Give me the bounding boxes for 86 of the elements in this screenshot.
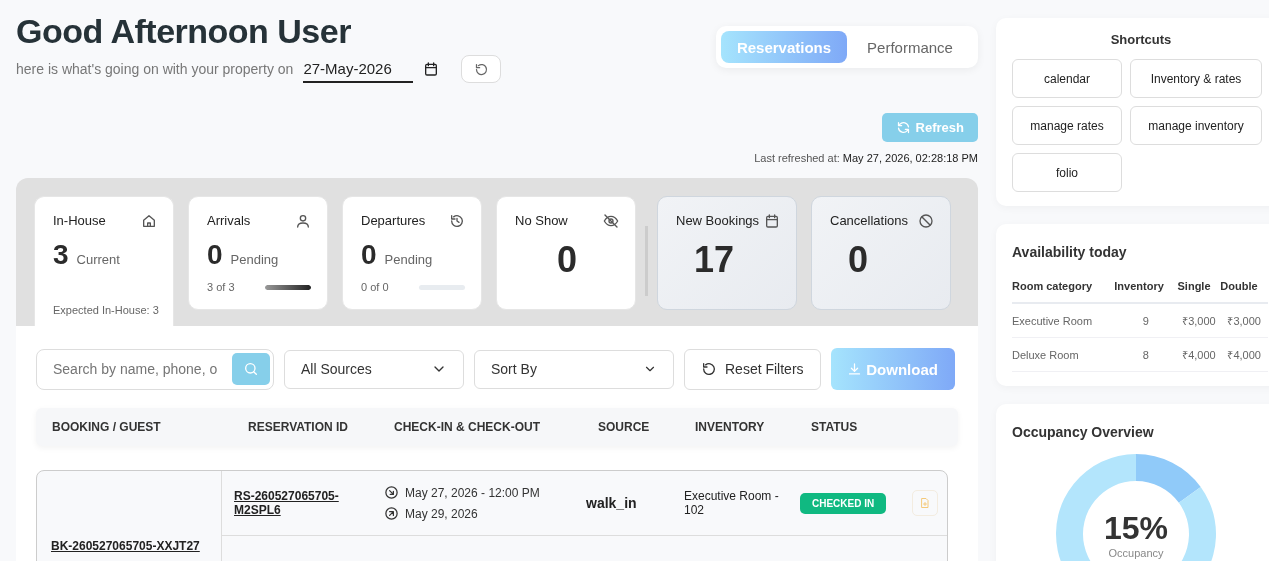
stat-title: New Bookings [676,213,760,229]
last-refreshed-text: Last refreshed at: May 27, 2026, 02:28:18 PM [754,152,978,164]
column-header: Inventory [1114,274,1178,303]
booking-link[interactable]: BK-260527065705-XXJT27 [51,539,200,553]
table-cell: ₹4,000 [1177,337,1221,372]
greeting-title: Good Afternoon User [16,12,352,51]
table-cell: Deluxe Room [1012,337,1115,372]
table-cell: ₹4,000 [1220,337,1268,372]
date-field[interactable]: 27-May-2026 [303,55,414,83]
stat-card[interactable]: In-House 3 Current Expected In-House: 3 [34,196,174,326]
source-dropdown[interactable]: All Sources [284,349,464,389]
stat-title: Arrivals [207,213,251,229]
document-button[interactable] [912,490,939,516]
stat-title: No Show [515,213,568,229]
stat-card[interactable]: New Bookings 17 [657,196,797,310]
undo-icon [473,61,489,77]
column-header: BOOKING / GUEST [52,420,162,434]
occupancy-value: 15% [1103,509,1168,547]
status-badge: CHECKED IN [800,492,887,514]
stat-value: 0 [207,239,223,271]
shortcut-button[interactable]: calendar [1012,59,1122,98]
shortcuts-title: Shortcuts [1109,32,1173,47]
shortcut-button[interactable]: Inventory & rates [1130,59,1262,98]
arrow-out-icon [384,506,399,521]
stat-card[interactable]: Arrivals 0 Pending 3 of 3 [188,196,328,310]
stat-value: 3 [53,239,69,271]
column-header: INVENTORY [695,420,766,434]
check-in-text: May 27, 2026 - 12:00 PM [405,485,540,500]
calendar-icon [423,61,440,77]
column-header: SOURCE [598,420,651,434]
table-cell: ₹3,000 [1220,303,1268,338]
stat-card[interactable]: Cancellations 0 [811,196,951,310]
eye-off-icon [603,213,619,229]
check-out-text: May 29, 2026 [405,506,478,521]
stat-title: In-House [53,213,106,229]
ban-icon [918,213,934,229]
reservation-link[interactable]: RS-260527065705-M2SPL6 [222,488,384,518]
calendar-icon [764,213,780,229]
stat-card[interactable]: Departures 0 Pending 0 of 0 [342,196,482,310]
shortcut-button[interactable]: manage rates [1012,106,1122,145]
stat-count: 3 of 3 [207,281,235,293]
source-text: walk_in [586,495,638,511]
shortcut-button[interactable]: folio [1012,153,1122,192]
search-icon [243,360,259,377]
shortcut-button[interactable]: manage inventory [1130,106,1262,145]
undo-icon [701,361,717,377]
download-icon [847,361,863,377]
stat-value: 0 [556,239,578,281]
history-icon [449,213,465,229]
reset-date-button[interactable] [461,55,502,83]
sort-dropdown[interactable]: Sort By [474,349,674,389]
stat-unit: Pending [230,252,279,267]
column-header: RESERVATION ID [248,420,349,434]
file-plus-icon [919,497,932,509]
occupancy-label: Occupancy [1108,546,1164,559]
reset-filters-button[interactable]: Reset Filters [684,348,821,390]
inventory-text: Executive Room - 102 [684,489,780,517]
progress-bar [265,284,311,290]
stat-title: Cancellations [830,213,909,229]
view-tab[interactable]: Performance [847,31,973,63]
occupancy-title: Occupancy Overview [1012,424,1155,440]
column-header: STATUS [811,420,859,434]
stat-unit: Current [76,252,120,267]
refresh-icon [895,120,911,135]
subtitle: here is what's going on with your property on [16,61,294,77]
table-cell: Executive Room [1012,303,1115,338]
home-icon [141,213,157,229]
table-cell: 9 [1114,303,1178,338]
table-cell: ₹3,000 [1177,303,1221,338]
table-cell: 8 [1114,337,1178,372]
column-header: Double [1220,274,1268,303]
arrow-in-icon [384,485,399,500]
stat-title: Departures [361,213,426,229]
stat-value: 0 [847,239,870,281]
column-header: Room category [1012,274,1115,303]
stat-value: 17 [693,239,736,281]
person-icon [295,213,311,229]
availability-title: Availability today [1012,244,1128,260]
column-header: Single [1177,274,1221,303]
stat-count: 0 of 0 [361,281,389,293]
stat-value: 0 [361,239,377,271]
stat-unit: Pending [384,252,433,267]
search-button[interactable] [232,352,270,385]
stat-footer: Expected In-House: 3 [53,304,157,316]
stat-card[interactable]: No Show 0 [496,196,636,310]
column-header: CHECK-IN & CHECK-OUT [394,420,541,434]
